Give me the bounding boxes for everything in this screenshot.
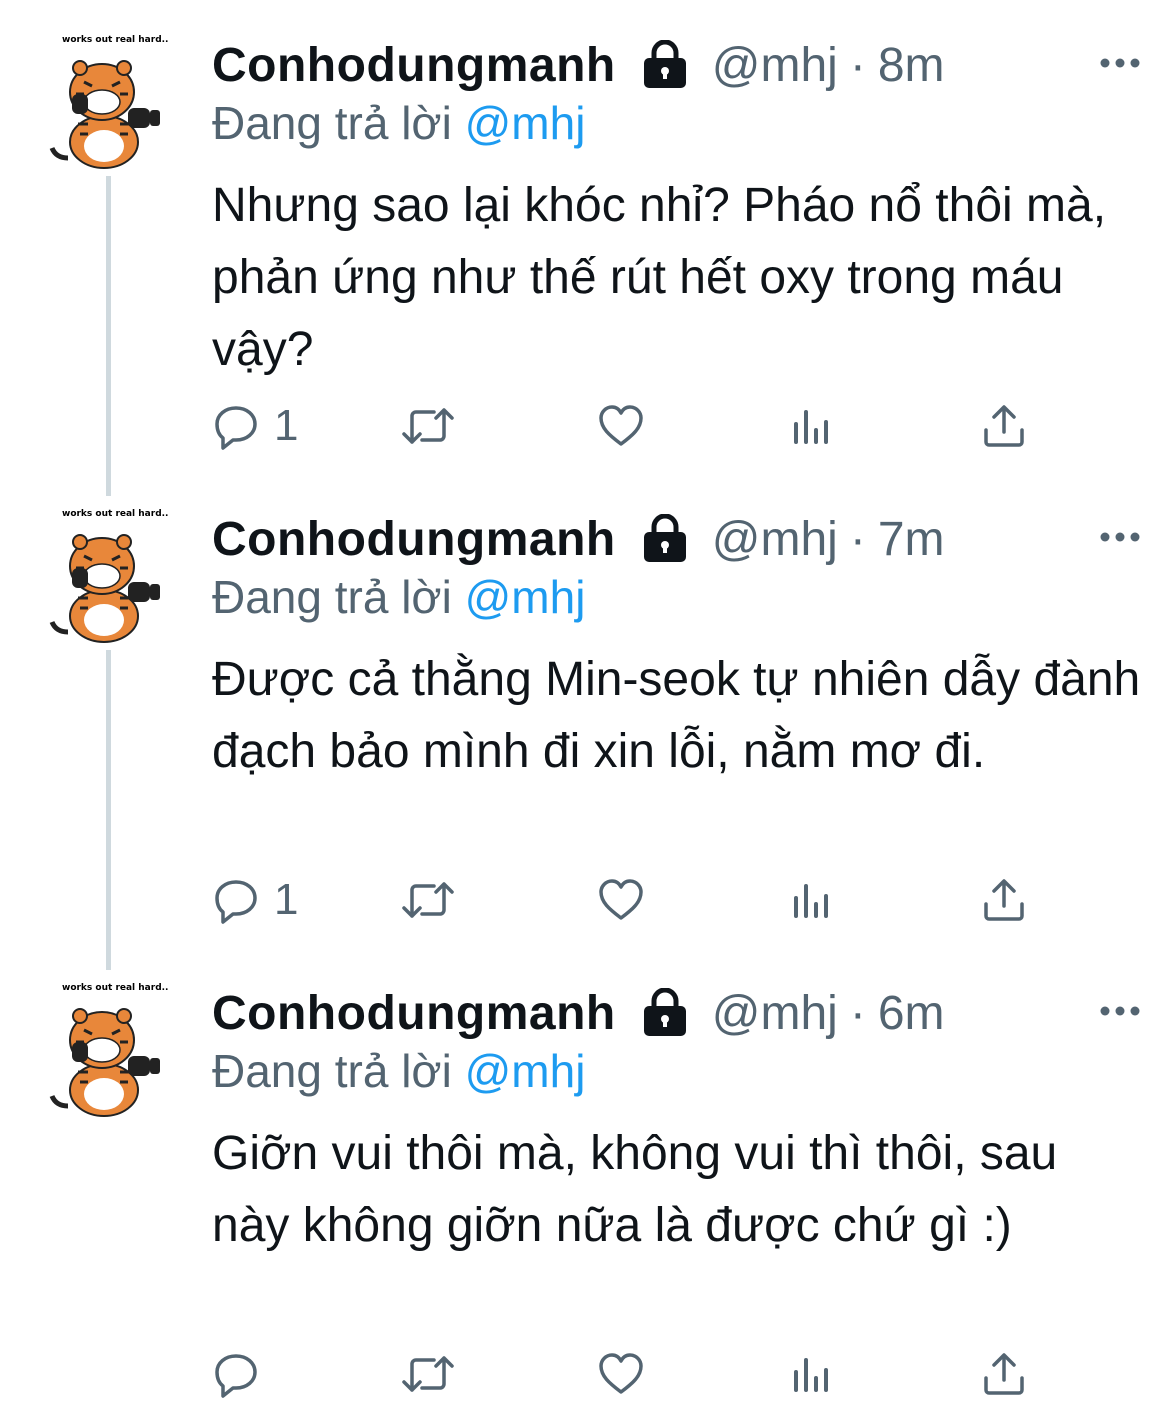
more-options-icon[interactable]	[1097, 522, 1143, 552]
analytics-icon	[794, 410, 828, 444]
display-name[interactable]: Conhodungmanh	[212, 512, 616, 567]
tiger-avatar-image: works out real hard..	[49, 983, 168, 1117]
views-button[interactable]	[790, 1344, 834, 1404]
avatar-caption: works out real hard..	[62, 35, 168, 45]
replying-prefix: Đang trả lời	[212, 571, 452, 623]
like-button[interactable]	[596, 870, 646, 930]
reply-button[interactable]: 1	[212, 396, 298, 456]
tweet-header: Conhodungmanh @mhj · 8m	[212, 30, 945, 100]
tweet-text: Nhưng sao lại khóc nhỉ? Pháo nổ thôi mà,…	[212, 179, 1107, 376]
like-button[interactable]	[596, 1344, 646, 1404]
lock-icon	[643, 40, 686, 88]
reply-icon	[215, 880, 257, 924]
avatar[interactable]: works out real hard..	[40, 30, 168, 170]
timestamp[interactable]: 6m	[878, 986, 945, 1041]
tweet-actions	[212, 1344, 1072, 1404]
avatar[interactable]: works out real hard..	[40, 504, 168, 644]
share-icon	[984, 405, 1024, 447]
reply-icon	[215, 1354, 257, 1398]
retweet-button[interactable]	[400, 870, 456, 930]
like-button[interactable]	[596, 396, 646, 456]
timestamp[interactable]: 7m	[878, 512, 945, 567]
more-options-icon[interactable]	[1097, 48, 1143, 78]
replying-prefix: Đang trả lời	[212, 1045, 452, 1097]
reply-button[interactable]: 1	[212, 870, 298, 930]
avatar-caption: works out real hard..	[62, 983, 168, 993]
tweet-actions: 1	[212, 396, 1072, 456]
reply-count: 1	[274, 401, 299, 450]
lock-icon	[643, 514, 686, 562]
views-button[interactable]	[790, 870, 834, 930]
views-button[interactable]	[790, 396, 834, 456]
replying-prefix: Đang trả lời	[212, 97, 452, 149]
share-icon	[984, 879, 1024, 921]
retweet-icon	[402, 1356, 454, 1392]
avatar-caption: works out real hard..	[62, 509, 168, 519]
tweet-header: Conhodungmanh @mhj · 7m	[212, 504, 945, 574]
separator: ·	[849, 986, 866, 1040]
avatar[interactable]: works out real hard..	[40, 978, 168, 1118]
analytics-icon	[794, 884, 828, 918]
reply-count: 1	[274, 875, 299, 924]
heart-icon	[599, 1353, 643, 1394]
tweet-actions: 1	[212, 870, 1072, 930]
handle[interactable]: @mhj	[712, 512, 838, 567]
tweet[interactable]: works out real hard.. Conhodungmanh @mhj…	[0, 504, 1169, 954]
heart-icon	[599, 405, 643, 446]
lock-icon	[643, 988, 686, 1036]
tweet[interactable]: works out real hard.. Conhodungmanh @mhj…	[0, 30, 1169, 480]
tweet[interactable]: works out real hard.. Conhodungmanh @mhj…	[0, 978, 1169, 1408]
tiger-avatar-image: works out real hard..	[49, 509, 168, 643]
handle[interactable]: @mhj	[712, 38, 838, 93]
retweet-icon	[402, 882, 454, 918]
more-options-icon[interactable]	[1097, 996, 1143, 1026]
tweet-text: Giỡn vui thôi mà, không vui thì thôi, sa…	[212, 1127, 1058, 1252]
share-button[interactable]	[980, 1344, 1028, 1404]
handle[interactable]: @mhj	[712, 986, 838, 1041]
tweet-header: Conhodungmanh @mhj · 6m	[212, 978, 945, 1048]
separator: ·	[849, 512, 866, 566]
reply-button[interactable]	[212, 1344, 274, 1404]
analytics-icon	[794, 1358, 828, 1392]
display-name[interactable]: Conhodungmanh	[212, 38, 616, 93]
replying-to: Đang trả lời @mhj	[212, 1044, 585, 1098]
replying-to: Đang trả lời @mhj	[212, 570, 585, 624]
retweet-button[interactable]	[400, 396, 456, 456]
display-name[interactable]: Conhodungmanh	[212, 986, 616, 1041]
share-button[interactable]	[980, 396, 1028, 456]
share-icon	[984, 1353, 1024, 1395]
tweet-text: Được cả thằng Min-seok tự nhiên dẫy đành…	[212, 653, 1141, 778]
retweet-button[interactable]	[400, 1344, 456, 1404]
timestamp[interactable]: 8m	[878, 38, 945, 93]
separator: ·	[849, 38, 866, 92]
replying-to-mention[interactable]: @mhj	[465, 97, 586, 149]
retweet-icon	[402, 408, 454, 444]
tiger-avatar-image: works out real hard..	[49, 35, 168, 169]
replying-to: Đang trả lời @mhj	[212, 96, 585, 150]
replying-to-mention[interactable]: @mhj	[465, 1045, 586, 1097]
share-button[interactable]	[980, 870, 1028, 930]
heart-icon	[599, 879, 643, 920]
replying-to-mention[interactable]: @mhj	[465, 571, 586, 623]
reply-icon	[215, 406, 257, 450]
